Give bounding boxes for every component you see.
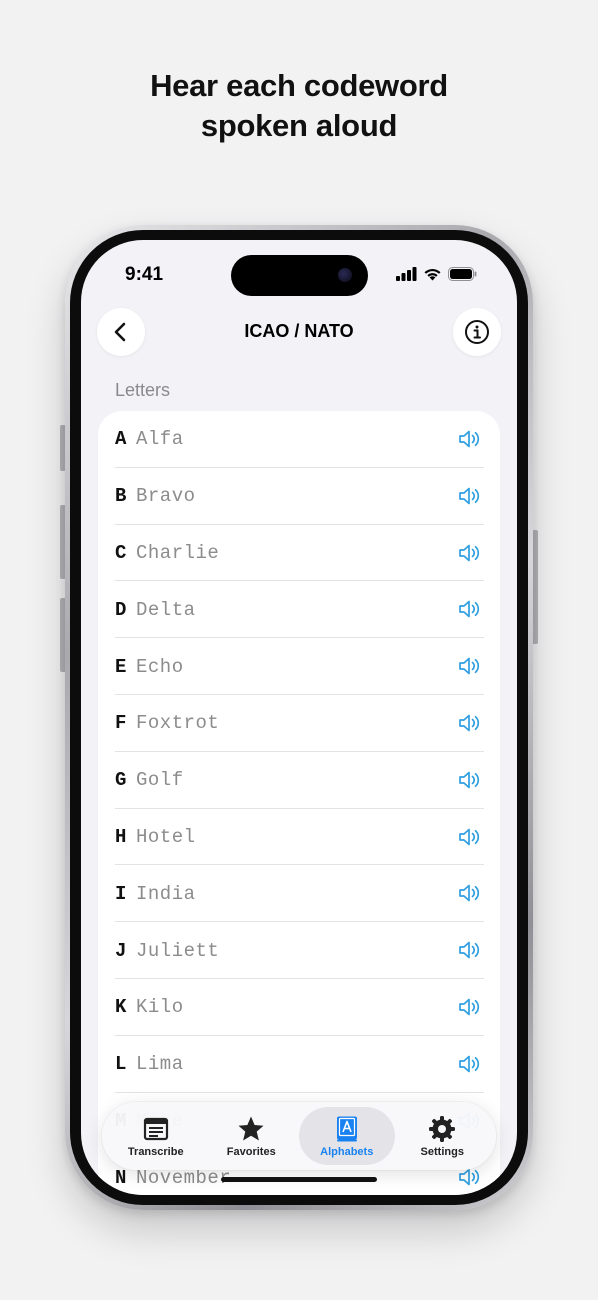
speaker-icon[interactable]: [458, 713, 482, 733]
row-codeword: Lima: [136, 1053, 184, 1076]
home-indicator: [221, 1177, 377, 1182]
list-item[interactable]: C Charlie: [98, 525, 500, 582]
list-item[interactable]: H Hotel: [98, 809, 500, 866]
row-codeword: November: [136, 1166, 232, 1189]
row-codeword: Charlie: [136, 541, 220, 564]
tab-bar: Transcribe Favorites Alphabets Settings: [102, 1102, 496, 1170]
speaker-icon[interactable]: [458, 543, 482, 563]
row-letter: B: [115, 485, 127, 508]
row-codeword: Bravo: [136, 485, 196, 508]
headline-line-1: Hear each codeword: [150, 68, 448, 103]
row-codeword: Kilo: [136, 996, 184, 1019]
row-letter: G: [115, 769, 127, 792]
headline-line-2: spoken aloud: [200, 108, 398, 143]
row-letter: D: [115, 598, 127, 621]
status-time: 9:41: [125, 264, 164, 285]
row-codeword: Hotel: [136, 825, 196, 848]
list-item[interactable]: G Golf: [98, 752, 500, 809]
speaker-icon[interactable]: [458, 883, 482, 903]
row-codeword: Delta: [136, 598, 196, 621]
row-letter: C: [115, 541, 127, 564]
row-letter: F: [115, 712, 127, 735]
speaker-icon[interactable]: [458, 656, 482, 676]
speaker-icon[interactable]: [458, 827, 482, 847]
row-letter: H: [115, 825, 127, 848]
tab-alphabets[interactable]: Alphabets: [299, 1107, 395, 1165]
list-item[interactable]: J Juliett: [98, 922, 500, 979]
list-item[interactable]: K Kilo: [98, 979, 500, 1036]
gear-icon: [429, 1115, 456, 1142]
alphabet-book-icon: [336, 1116, 357, 1141]
section-label-letters: Letters: [115, 380, 171, 400]
row-letter: N: [115, 1166, 127, 1189]
tab-transcribe[interactable]: Transcribe: [108, 1107, 204, 1165]
status-icons: [396, 266, 477, 282]
speaker-icon[interactable]: [458, 486, 482, 506]
list-item[interactable]: E Echo: [98, 638, 500, 695]
speaker-icon[interactable]: [458, 770, 482, 790]
row-codeword: Foxtrot: [136, 712, 220, 735]
tab-favorites[interactable]: Favorites: [204, 1107, 300, 1165]
list-item[interactable]: I India: [98, 865, 500, 922]
tab-alphabets-label: Alphabets: [320, 1145, 374, 1158]
list-item[interactable]: F Foxtrot: [98, 695, 500, 752]
letters-list: A Alfa B Bravo C Charlie D Delta E Echo F Foxtrot G G…: [98, 411, 500, 1195]
speaker-icon[interactable]: [458, 940, 482, 960]
row-letter: L: [115, 1053, 127, 1076]
speaker-icon[interactable]: [458, 429, 482, 449]
tab-settings-label: Settings: [420, 1145, 464, 1158]
list-item[interactable]: B Bravo: [98, 468, 500, 525]
row-letter: A: [115, 428, 127, 451]
row-letter: K: [115, 996, 127, 1019]
star-icon: [238, 1116, 264, 1140]
list-item[interactable]: L Lima: [98, 1036, 500, 1093]
phone-screen: 9:41 ICAO / NATO Letters A Alfa B Bravo …: [81, 240, 517, 1195]
cellular-signal-icon: [396, 267, 417, 281]
row-letter: E: [115, 655, 127, 678]
info-button[interactable]: [453, 308, 501, 356]
camera-icon: [338, 268, 352, 282]
row-codeword: Alfa: [136, 428, 184, 451]
list-item[interactable]: D Delta: [98, 581, 500, 638]
row-letter: J: [115, 939, 127, 962]
battery-icon: [448, 267, 477, 281]
tab-favorites-label: Favorites: [226, 1145, 276, 1158]
list-item[interactable]: A Alfa: [98, 411, 500, 468]
page-title: ICAO / NATO: [244, 321, 354, 341]
speaker-icon[interactable]: [458, 997, 482, 1017]
tab-settings[interactable]: Settings: [395, 1107, 491, 1165]
speaker-icon[interactable]: [458, 1167, 482, 1187]
row-codeword: Echo: [136, 655, 184, 678]
row-letter: I: [115, 882, 127, 905]
row-codeword: Golf: [136, 769, 184, 792]
headline: Hear each codeword spoken aloud: [0, 66, 598, 146]
transcribe-icon: [143, 1117, 168, 1140]
speaker-icon[interactable]: [458, 599, 482, 619]
tab-transcribe-label: Transcribe: [127, 1145, 184, 1158]
info-icon: [465, 320, 489, 344]
row-codeword: India: [136, 882, 196, 905]
wifi-icon: [424, 269, 441, 281]
row-codeword: Juliett: [136, 939, 220, 962]
speaker-icon[interactable]: [458, 1054, 482, 1074]
dynamic-island: [231, 255, 368, 296]
